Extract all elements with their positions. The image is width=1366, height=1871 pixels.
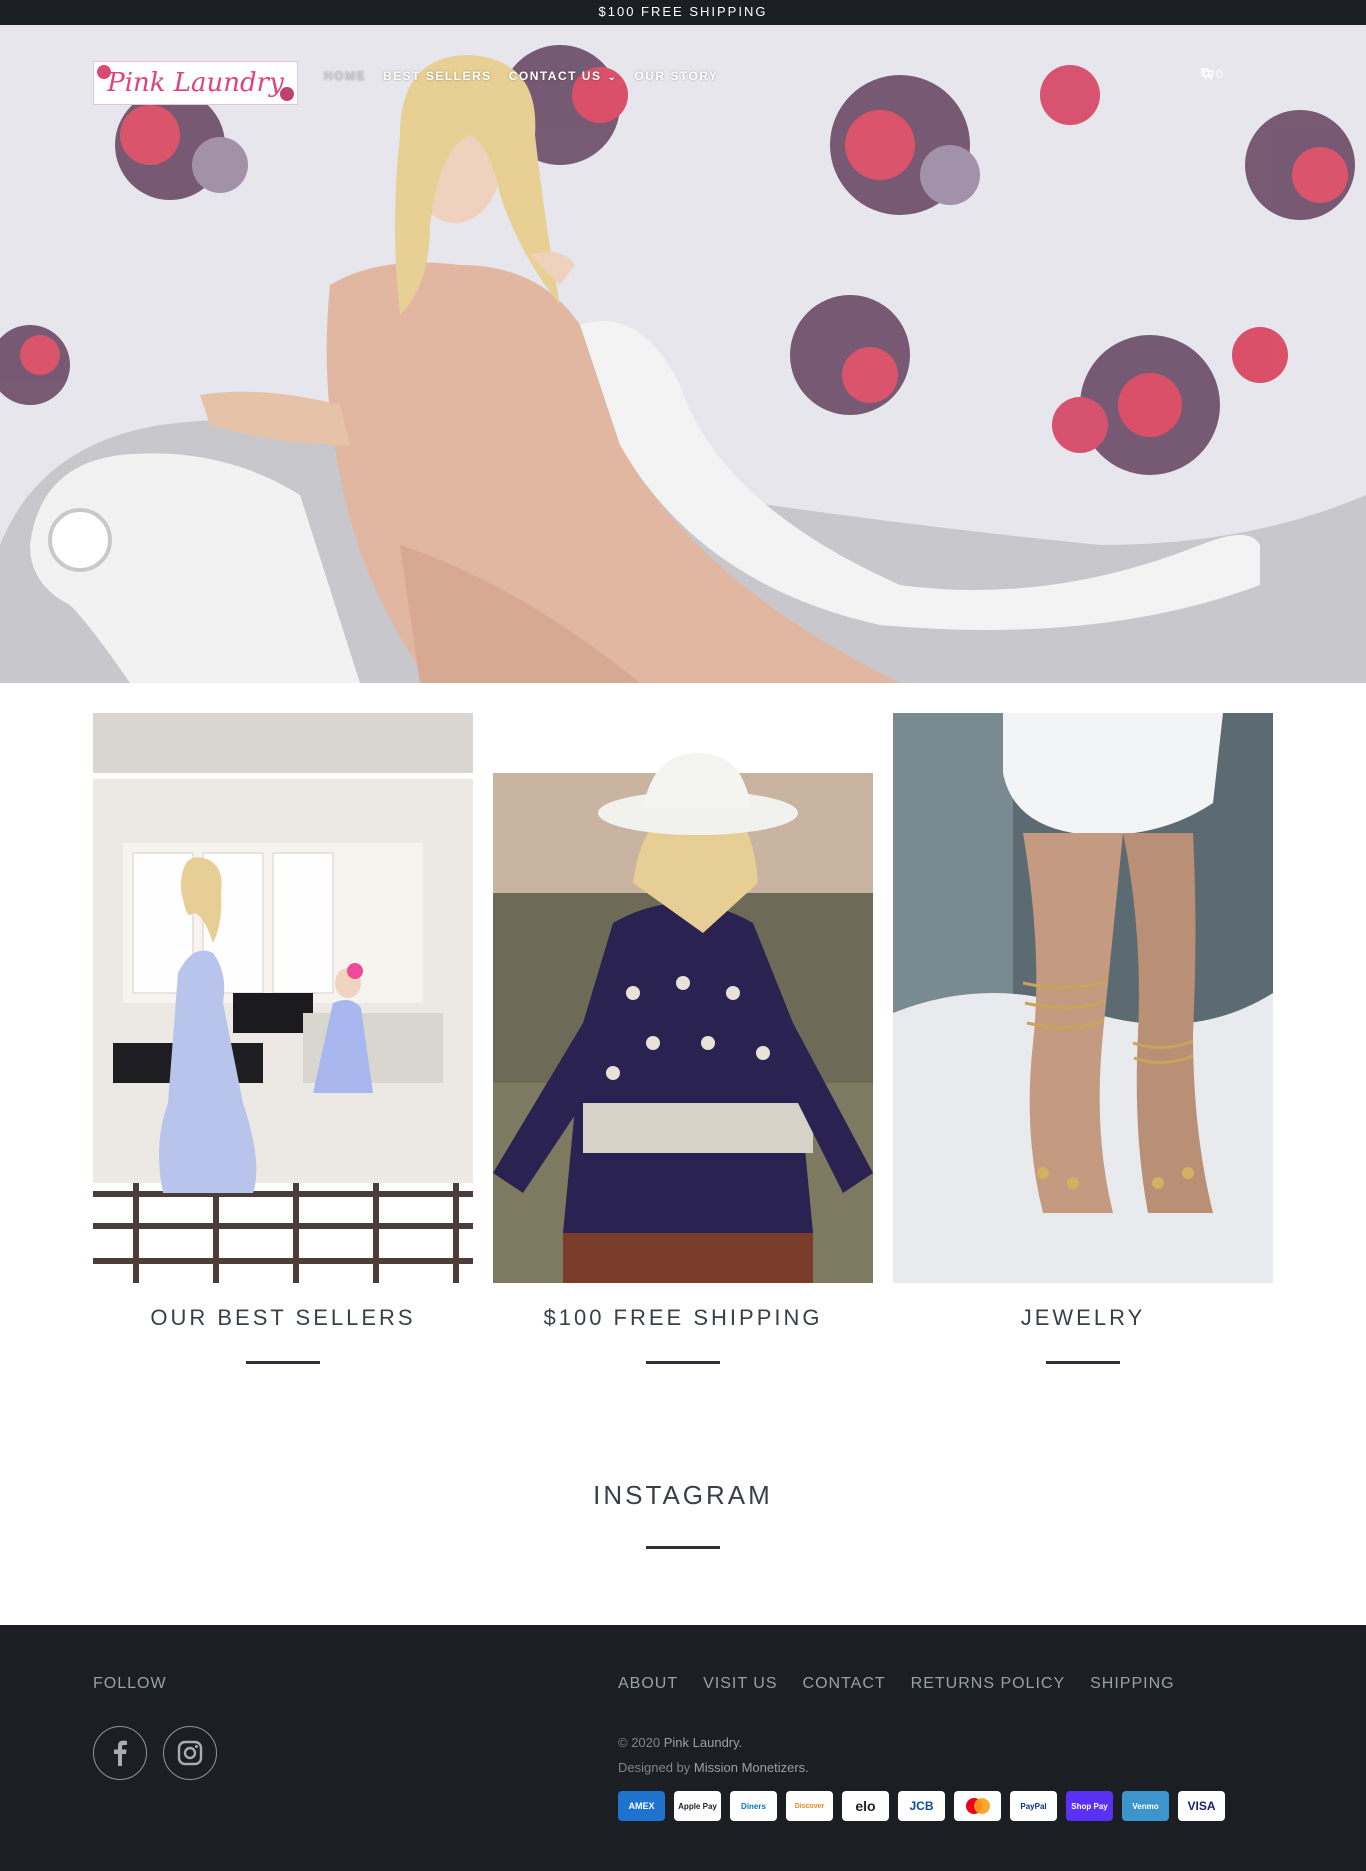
chevron-down-icon: ⌄	[607, 72, 618, 83]
footer-links: ABOUT VISIT US CONTACT RETURNS POLICY SH…	[618, 1675, 1175, 1693]
mastercard-icon	[954, 1791, 1001, 1821]
footer-link-shipping[interactable]: SHIPPING	[1090, 1675, 1174, 1693]
instagram-link[interactable]	[163, 1726, 217, 1780]
collection-image[interactable]	[493, 713, 873, 1283]
collection-card-best-sellers[interactable]: OUR BEST SELLERS	[93, 713, 473, 1364]
footer-link-returns-policy[interactable]: RETURNS POLICY	[911, 1675, 1065, 1693]
payment-label: Venmo	[1132, 1801, 1159, 1811]
collection-photo	[93, 713, 473, 1283]
site-footer: FOLLOW ABOUT VISIT US CONTACT RETURNS PO…	[0, 1625, 1366, 1871]
paypal-icon: PayPal	[1010, 1791, 1057, 1821]
logo-flower-decoration	[280, 87, 294, 101]
title-underline	[646, 1546, 720, 1549]
diners-icon: Diners	[730, 1791, 777, 1821]
shop-pay-icon: Shop Pay	[1066, 1791, 1113, 1821]
copyright-prefix: © 2020	[618, 1735, 661, 1750]
collection-image[interactable]	[93, 713, 473, 1283]
collection-image[interactable]	[893, 713, 1273, 1283]
payment-label: Shop Pay	[1071, 1801, 1108, 1811]
payment-methods: AMEX Apple Pay Diners Discover elo JCB P…	[618, 1791, 1225, 1821]
facebook-icon	[114, 1740, 127, 1766]
title-underline	[646, 1361, 720, 1364]
payment-label: VISA	[1187, 1799, 1216, 1813]
header-tools: 0	[1200, 67, 1223, 81]
mastercard-circles	[965, 1798, 990, 1814]
nav-item-home[interactable]: HOME	[324, 69, 366, 83]
collection-card-jewelry[interactable]: JEWELRY	[893, 713, 1273, 1364]
footer-link-contact[interactable]: CONTACT	[803, 1675, 886, 1693]
nav-item-our-story[interactable]: OUR STORY	[634, 69, 718, 83]
cart-button[interactable]: 0	[1201, 67, 1223, 81]
follow-heading: FOLLOW	[93, 1675, 167, 1692]
announcement-bar: $100 FREE SHIPPING	[0, 0, 1366, 25]
cart-icon	[1201, 68, 1214, 80]
payment-label: elo	[855, 1798, 876, 1814]
payment-label: Discover	[794, 1802, 825, 1810]
footer-link-visit-us[interactable]: VISIT US	[703, 1675, 777, 1693]
title-underline	[1046, 1361, 1120, 1364]
facebook-link[interactable]	[93, 1726, 147, 1780]
elo-icon: elo	[842, 1791, 889, 1821]
designed-by-prefix: Designed by	[618, 1760, 691, 1775]
nav-item-contact-us-label: CONTACT US	[508, 69, 602, 83]
hero-image	[0, 25, 1366, 683]
instagram-icon	[177, 1740, 203, 1766]
venmo-icon: Venmo	[1122, 1791, 1169, 1821]
amex-icon: AMEX	[618, 1791, 665, 1821]
collection-photo	[493, 713, 873, 1283]
nav-item-contact-us[interactable]: CONTACT US ⌄	[509, 69, 618, 83]
jcb-icon: JCB	[898, 1791, 945, 1821]
payment-label: Apple Pay	[678, 1801, 717, 1811]
apple-pay-icon: Apple Pay	[674, 1791, 721, 1821]
collection-title[interactable]: OUR BEST SELLERS	[93, 1305, 473, 1331]
hero-banner[interactable]: Pink Laundry HOME BEST SELLERS CONTACT U…	[0, 25, 1366, 683]
cart-count: 0	[1216, 67, 1223, 81]
logo-text: Pink Laundry	[107, 68, 284, 98]
collection-card-free-shipping[interactable]: $100 FREE SHIPPING	[493, 713, 873, 1364]
visa-icon: VISA	[1178, 1791, 1225, 1821]
payment-label: PayPal	[1020, 1801, 1047, 1811]
collection-title[interactable]: $100 FREE SHIPPING	[493, 1305, 873, 1331]
designer-link[interactable]: Mission Monetizers.	[694, 1760, 809, 1775]
instagram-heading: INSTAGRAM	[593, 1480, 773, 1510]
nav-item-best-sellers[interactable]: BEST SELLERS	[383, 69, 492, 83]
announcement-text: $100 FREE SHIPPING	[598, 4, 768, 19]
site-logo[interactable]: Pink Laundry	[93, 61, 298, 105]
footer-link-about[interactable]: ABOUT	[618, 1675, 678, 1693]
payment-label: JCB	[909, 1799, 934, 1813]
payment-label: AMEX	[628, 1801, 655, 1811]
discover-icon: Discover	[786, 1791, 833, 1821]
collection-photo	[893, 713, 1273, 1283]
collection-title[interactable]: JEWELRY	[893, 1305, 1273, 1331]
title-underline	[246, 1361, 320, 1364]
copyright-store-link[interactable]: Pink Laundry.	[664, 1735, 743, 1750]
copyright-block: © 2020 Pink Laundry. Designed by Mission…	[618, 1730, 809, 1780]
payment-label: Diners	[741, 1801, 766, 1811]
logo-flower-decoration	[97, 65, 111, 79]
main-navigation: HOME BEST SELLERS CONTACT US ⌄ OUR STORY	[324, 69, 719, 83]
